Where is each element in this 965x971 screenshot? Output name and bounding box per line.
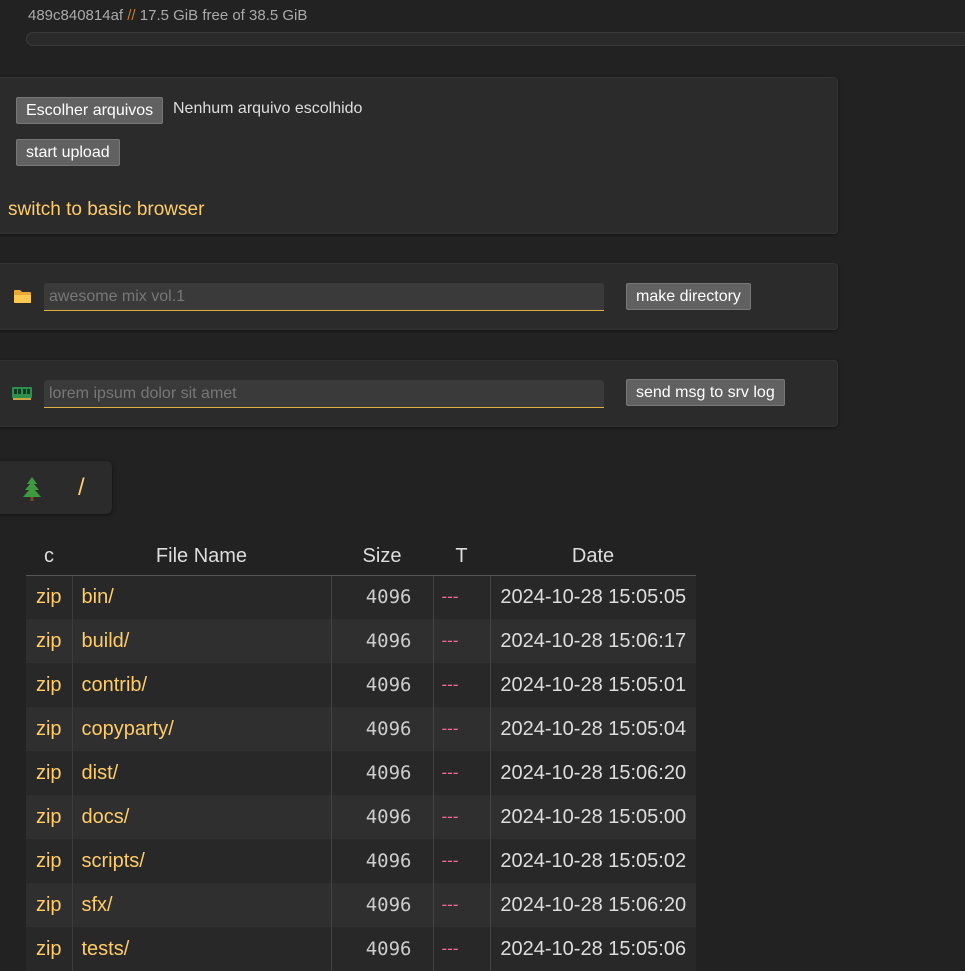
choose-files-button[interactable]: Escolher arquivos — [16, 97, 164, 124]
file-date: 2024-10-28 15:06:20 — [500, 761, 687, 784]
file-name-link[interactable]: copyparty/ — [82, 718, 174, 740]
tree-icon[interactable] — [21, 476, 43, 502]
file-size: 4096 — [331, 707, 434, 751]
file-date: 2024-10-28 15:05:00 — [500, 805, 687, 828]
table-row: zip copyparty/ 4096 --- 2024-10-28 15:05… — [26, 707, 696, 751]
ram-icon — [12, 387, 32, 400]
table-row: zip scripts/ 4096 --- 2024-10-28 15:05:0… — [26, 839, 696, 883]
file-type: --- — [433, 663, 491, 707]
table-row: zip contrib/ 4096 --- 2024-10-28 15:05:0… — [26, 663, 696, 707]
file-date: 2024-10-28 15:05:04 — [500, 717, 687, 740]
file-size: 4096 — [331, 751, 434, 795]
file-size: 4096 — [331, 663, 434, 707]
file-table: c File Name Size T Date zip bin/ 4096 --… — [26, 539, 696, 971]
table-row: zip sfx/ 4096 --- 2024-10-28 15:06:20 — [26, 883, 696, 927]
zip-download-link[interactable]: zip — [36, 894, 62, 916]
file-date: 2024-10-28 15:06:17 — [500, 629, 687, 652]
zip-download-link[interactable]: zip — [36, 762, 62, 784]
column-header-file-name[interactable]: File Name — [72, 539, 331, 576]
file-date: 2024-10-28 15:05:01 — [500, 673, 687, 696]
file-name-link[interactable]: dist/ — [82, 762, 119, 784]
table-row: zip tests/ 4096 --- 2024-10-28 15:05:06 — [26, 927, 696, 971]
switch-to-basic-browser-link[interactable]: switch to basic browser — [8, 199, 204, 221]
message-input[interactable] — [44, 380, 604, 408]
file-type: --- — [433, 927, 491, 971]
table-row: zip dist/ 4096 --- 2024-10-28 15:06:20 — [26, 751, 696, 795]
table-row: zip bin/ 4096 --- 2024-10-28 15:05:05 — [26, 575, 696, 619]
zip-download-link[interactable]: zip — [36, 938, 62, 960]
file-name-link[interactable]: build/ — [82, 630, 130, 652]
file-name-link[interactable]: tests/ — [82, 938, 130, 960]
upload-panel: Escolher arquivos Nenhum arquivo escolhi… — [0, 77, 838, 234]
column-header-size[interactable]: Size — [331, 539, 433, 576]
zip-download-link[interactable]: zip — [36, 630, 62, 652]
file-type: --- — [433, 839, 491, 883]
breadcrumb-root[interactable]: / — [78, 474, 85, 502]
no-file-chosen-label: Nenhum arquivo escolhido — [173, 100, 363, 117]
table-row: zip build/ 4096 --- 2024-10-28 15:06:17 — [26, 619, 696, 663]
file-size: 4096 — [331, 619, 434, 663]
file-type: --- — [433, 707, 491, 751]
file-name-link[interactable]: scripts/ — [82, 850, 145, 872]
zip-download-link[interactable]: zip — [36, 718, 62, 740]
file-date: 2024-10-28 15:06:20 — [500, 893, 687, 916]
file-type: --- — [433, 619, 491, 663]
file-date: 2024-10-28 15:05:02 — [500, 849, 687, 872]
file-name-link[interactable]: contrib/ — [82, 674, 148, 696]
file-date: 2024-10-28 15:05:05 — [500, 585, 687, 608]
make-directory-panel: make directory — [0, 263, 838, 330]
file-size: 4096 — [331, 839, 434, 883]
path-bar: / — [0, 461, 112, 514]
file-size: 4096 — [331, 927, 434, 971]
column-header-t[interactable]: T — [433, 539, 490, 576]
directory-name-input[interactable] — [44, 283, 604, 311]
file-type: --- — [433, 751, 491, 795]
disk-free-text: 17.5 GiB free of 38.5 GiB — [139, 7, 308, 24]
file-type: --- — [433, 795, 491, 839]
server-host-id: 489c840814af — [28, 7, 124, 24]
file-table-header: c File Name Size T Date — [26, 539, 696, 576]
make-directory-button[interactable]: make directory — [626, 283, 751, 310]
file-name-link[interactable]: sfx/ — [82, 894, 113, 916]
server-info: 489c840814af // 17.5 GiB free of 38.5 Gi… — [28, 7, 307, 24]
folder-icon — [14, 290, 31, 303]
file-date: 2024-10-28 15:05:06 — [500, 937, 687, 960]
zip-download-link[interactable]: zip — [36, 850, 62, 872]
zip-download-link[interactable]: zip — [36, 806, 62, 828]
file-name-link[interactable]: bin/ — [82, 586, 114, 608]
server-message-panel: send msg to srv log — [0, 360, 838, 427]
send-message-button[interactable]: send msg to srv log — [626, 379, 785, 406]
file-type: --- — [433, 575, 491, 619]
zip-download-link[interactable]: zip — [36, 674, 62, 696]
zip-download-link[interactable]: zip — [36, 586, 62, 608]
start-upload-button[interactable]: start upload — [16, 139, 120, 166]
server-info-separator: // — [127, 7, 136, 24]
table-row: zip docs/ 4096 --- 2024-10-28 15:05:00 — [26, 795, 696, 839]
column-header-date[interactable]: Date — [490, 539, 696, 576]
file-type: --- — [433, 883, 491, 927]
column-header-c[interactable]: c — [26, 539, 72, 576]
file-name-link[interactable]: docs/ — [82, 806, 130, 828]
file-size: 4096 — [331, 575, 434, 619]
disk-usage-bar — [26, 32, 965, 46]
file-size: 4096 — [331, 883, 434, 927]
file-size: 4096 — [331, 795, 434, 839]
